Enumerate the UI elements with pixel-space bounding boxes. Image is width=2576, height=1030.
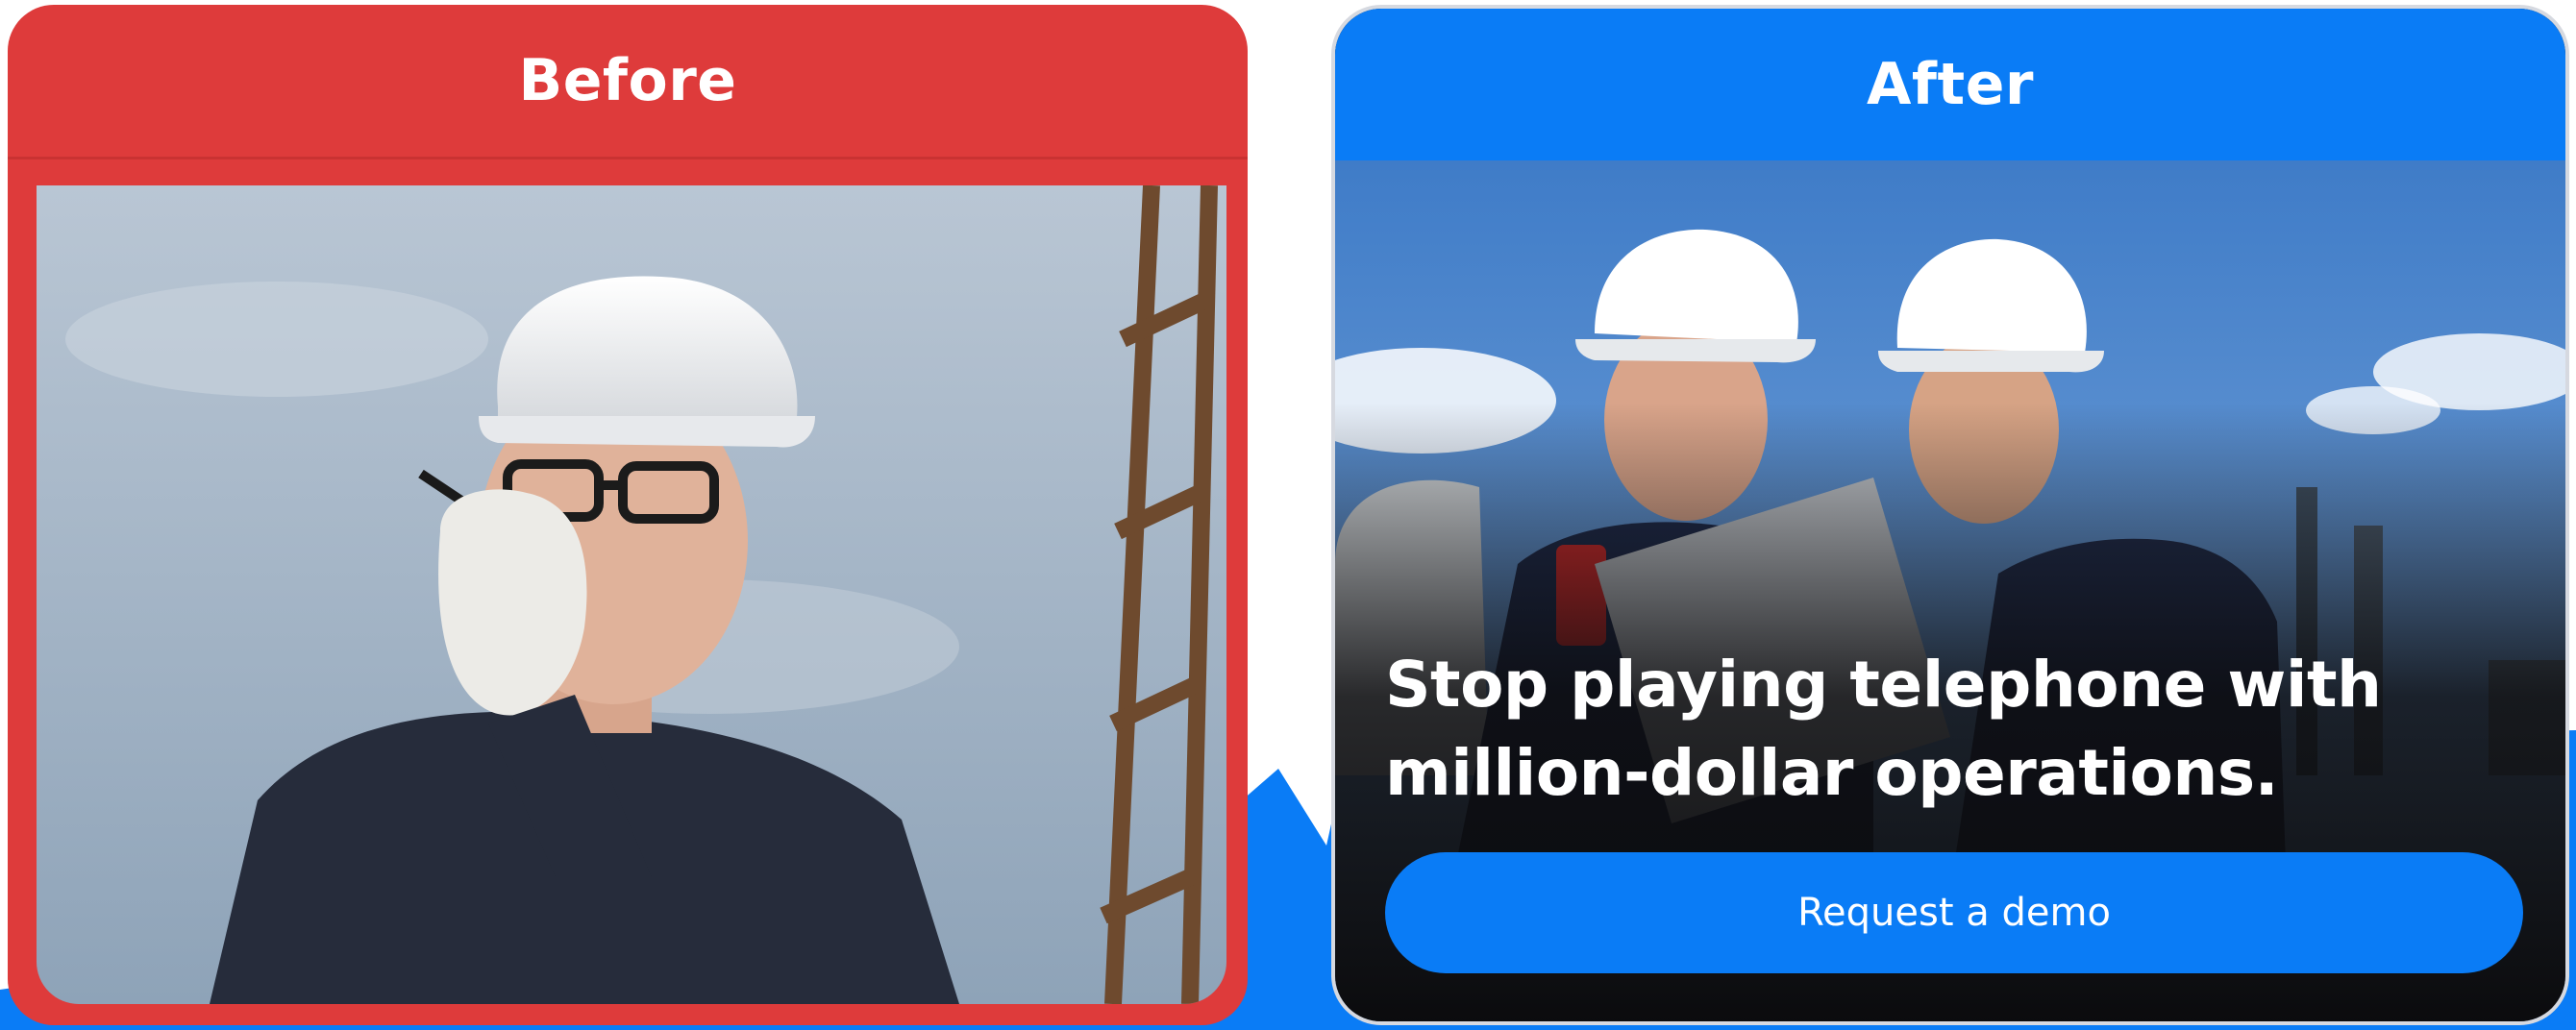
- worker-with-radio-image: [37, 185, 1226, 1004]
- after-card-header: After: [1335, 9, 2565, 160]
- after-title: After: [1866, 51, 2034, 118]
- request-demo-button[interactable]: Request a demo: [1385, 852, 2523, 973]
- headline-line-2: million-dollar operations.: [1385, 736, 2279, 810]
- headline-line-1: Stop playing telephone with: [1385, 648, 2382, 722]
- before-photo: [37, 185, 1226, 1004]
- before-card-header: Before: [8, 5, 1248, 159]
- before-title: Before: [518, 47, 737, 114]
- after-card: After Stop playing telephone with millio…: [1331, 5, 2569, 1025]
- headline: Stop playing telephone with million-doll…: [1385, 641, 2490, 818]
- before-card: Before: [8, 5, 1248, 1025]
